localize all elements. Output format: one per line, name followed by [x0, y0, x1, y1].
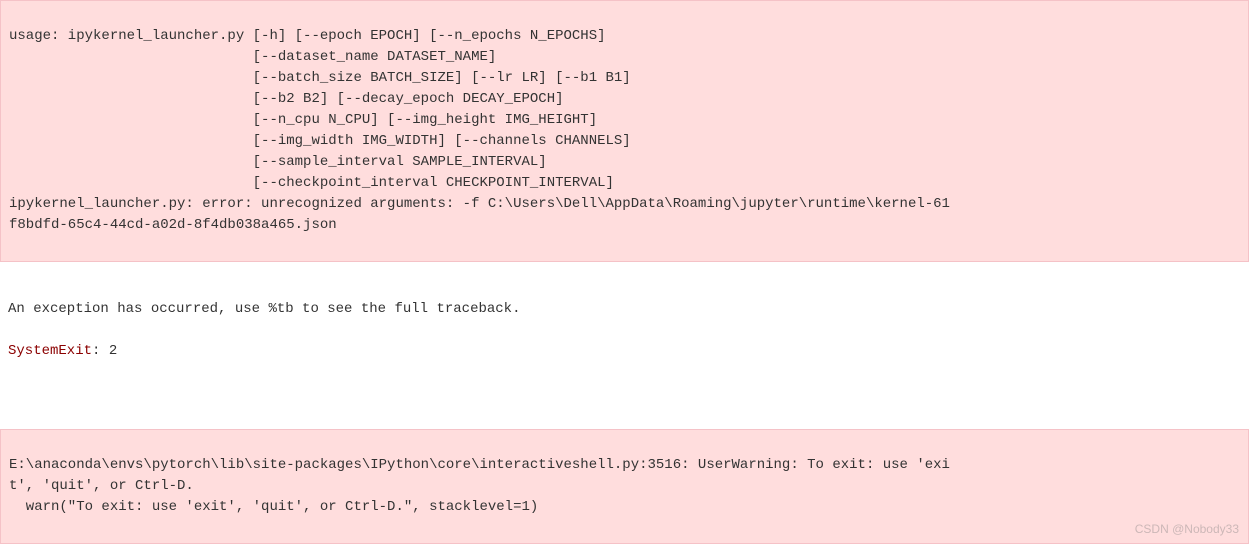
- usage-line-3: [--batch_size BATCH_SIZE] [--lr LR] [--b…: [9, 70, 631, 86]
- warning-line-3: warn("To exit: use 'exit', 'quit', or Ct…: [9, 499, 538, 515]
- traceback-text: An exception has occurred, use %tb to se…: [8, 299, 1241, 362]
- usage-line-8: [--checkpoint_interval CHECKPOINT_INTERV…: [9, 175, 614, 191]
- system-exit-code: 2: [109, 343, 117, 359]
- system-exit-label: SystemExit: [8, 343, 92, 359]
- warning-line-1: E:\anaconda\envs\pytorch\lib\site-packag…: [9, 457, 950, 473]
- usage-line-1: usage: ipykernel_launcher.py [-h] [--epo…: [9, 28, 606, 44]
- usage-line-5: [--n_cpu N_CPU] [--img_height IMG_HEIGHT…: [9, 112, 597, 128]
- usage-line-4: [--b2 B2] [--decay_epoch DECAY_EPOCH]: [9, 91, 564, 107]
- usage-line-7: [--sample_interval SAMPLE_INTERVAL]: [9, 154, 547, 170]
- system-exit-colon: :: [92, 343, 109, 359]
- argparse-error-output: usage: ipykernel_launcher.py [-h] [--epo…: [0, 0, 1249, 262]
- usage-line-6: [--img_width IMG_WIDTH] [--channels CHAN…: [9, 133, 631, 149]
- warning-line-2: t', 'quit', or Ctrl-D.: [9, 478, 194, 494]
- error-line-2: f8bdfd-65c4-44cd-a02d-8f4db038a465.json: [9, 217, 337, 233]
- usage-line-2: [--dataset_name DATASET_NAME]: [9, 49, 496, 65]
- user-warning-output: E:\anaconda\envs\pytorch\lib\site-packag…: [0, 429, 1249, 544]
- exception-message: An exception has occurred, use %tb to se…: [8, 301, 520, 317]
- usage-text: usage: ipykernel_launcher.py [-h] [--epo…: [9, 26, 1240, 236]
- error-line-1: ipykernel_launcher.py: error: unrecogniz…: [9, 196, 950, 212]
- warning-text: E:\anaconda\envs\pytorch\lib\site-packag…: [9, 455, 1240, 518]
- traceback-output: An exception has occurred, use %tb to se…: [0, 274, 1249, 387]
